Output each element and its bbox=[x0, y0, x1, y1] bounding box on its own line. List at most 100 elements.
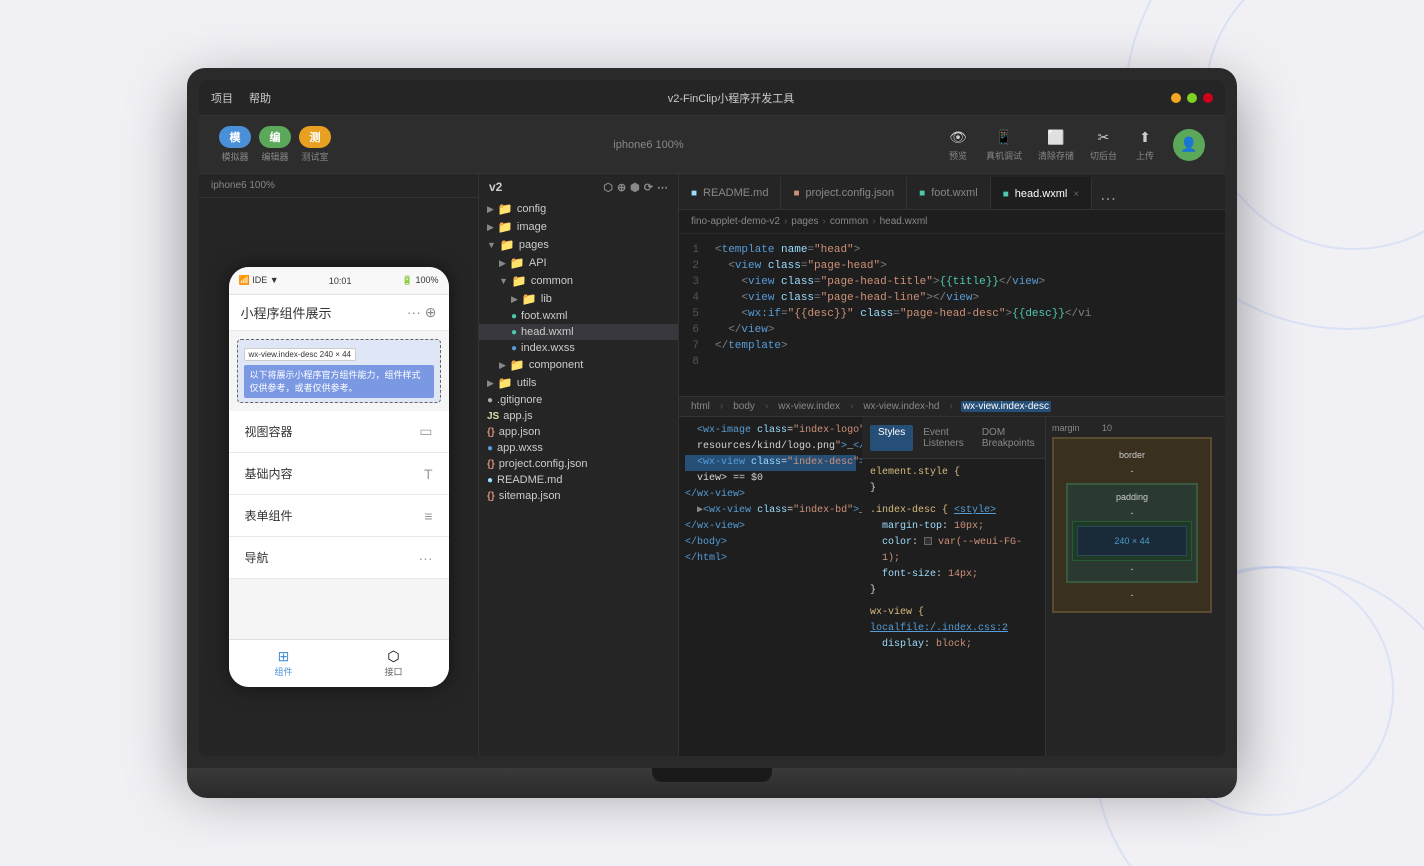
simulator-button[interactable]: 模 模拟器 bbox=[219, 126, 251, 163]
phone-signal: 📶 IDE ▼ bbox=[239, 275, 279, 286]
element-chip-4[interactable]: wx-view.index-desc bbox=[961, 401, 1051, 412]
element-chip-3[interactable]: wx-view.index-hd bbox=[861, 401, 941, 412]
line-content: <view class="page-head-title">{{title}}<… bbox=[711, 274, 1045, 290]
tree-item-API[interactable]: ▶📁API bbox=[479, 254, 678, 272]
tree-item-index_wxss[interactable]: ●index.wxss bbox=[479, 340, 678, 356]
phone-menu-item[interactable]: 基础内容T bbox=[229, 453, 449, 495]
devtools-styles-section: StylesEvent ListenersDOM BreakpointsProp… bbox=[862, 417, 1045, 756]
device-label: iphone6 100% bbox=[613, 139, 683, 151]
line-number: 6 bbox=[679, 322, 711, 338]
tree-item-app_json[interactable]: {}app.json bbox=[479, 424, 678, 440]
tab-type-indicator: ■ bbox=[1003, 189, 1009, 200]
tree-item-label: head.wxml bbox=[521, 326, 574, 338]
devtools-html-area[interactable]: <wx-image class="index-logo" src="../res… bbox=[679, 417, 862, 756]
tree-item-project_config.json[interactable]: {}project.config.json bbox=[479, 456, 678, 472]
filetree-action-4[interactable]: ⟳ bbox=[644, 181, 653, 194]
style-rule-index-desc: .index-desc { <style> margin-top: 10px; … bbox=[870, 503, 1037, 599]
tree-item-image[interactable]: ▶📁image bbox=[479, 218, 678, 236]
editor-tab-README_md[interactable]: ■README.md bbox=[679, 177, 781, 209]
phone-highlight-box: wx-view.index-desc 240 × 44 以下将展示小程序官方组件… bbox=[237, 339, 441, 403]
html-line-4: </wx-view> bbox=[685, 487, 856, 503]
phone-nav-interface[interactable]: ⬡ 接口 bbox=[339, 649, 449, 678]
toolbar-center: iphone6 100% bbox=[351, 139, 946, 151]
code-line-2: 2 <view class="page-head"> bbox=[679, 258, 1225, 274]
filetree-action-2[interactable]: ⊕ bbox=[617, 181, 626, 194]
tree-item-label: common bbox=[531, 275, 573, 287]
phone-nav-component[interactable]: ⊞ 组件 bbox=[229, 649, 339, 678]
tree-item-app_wxss[interactable]: ●app.wxss bbox=[479, 440, 678, 456]
testroom-button[interactable]: 测 测试室 bbox=[299, 126, 331, 163]
phone-title-actions[interactable]: ··· ⊕ bbox=[407, 304, 437, 321]
menu-project[interactable]: 项目 bbox=[211, 90, 233, 106]
menu-help[interactable]: 帮助 bbox=[249, 90, 271, 106]
styles-content: element.style { } .index-desc { <style> … bbox=[862, 459, 1045, 756]
preview-icon: 👁 bbox=[946, 127, 970, 147]
editor-tab-head_wxml[interactable]: ■head.wxml× bbox=[991, 177, 1092, 209]
editor-button[interactable]: 编 编辑器 bbox=[259, 126, 291, 163]
phone-highlight-label: wx-view.index-desc 240 × 44 bbox=[244, 348, 357, 361]
cut-action[interactable]: ✂ 切后台 bbox=[1090, 127, 1117, 162]
code-line-4: 4 <view class="page-head-line"></view> bbox=[679, 290, 1225, 306]
line-content: </view> bbox=[711, 322, 774, 338]
code-line-6: 6 </view> bbox=[679, 322, 1225, 338]
phone-menu-item[interactable]: 表单组件≡ bbox=[229, 495, 449, 537]
breadcrumb-item-0[interactable]: fino-applet-demo-v2 bbox=[691, 216, 780, 227]
tree-item-config[interactable]: ▶📁config bbox=[479, 200, 678, 218]
filetree-action-3[interactable]: ⬢ bbox=[630, 181, 640, 194]
clear-action[interactable]: ⬜ 清除存储 bbox=[1038, 127, 1074, 162]
close-button[interactable] bbox=[1203, 93, 1213, 103]
tree-item-README_md[interactable]: ●README.md bbox=[479, 472, 678, 488]
tree-item-common[interactable]: ▼📁common bbox=[479, 272, 678, 290]
realdevice-action[interactable]: 📱 真机调试 bbox=[986, 127, 1022, 162]
breadcrumb-item-3[interactable]: head.wxml bbox=[880, 216, 928, 227]
tree-item-sitemap_json[interactable]: {}sitemap.json bbox=[479, 488, 678, 504]
tree-item-pages[interactable]: ▼📁pages bbox=[479, 236, 678, 254]
styles-tab-dom_breakpoints[interactable]: DOM Breakpoints bbox=[974, 425, 1043, 451]
phone-menu-item[interactable]: 导航··· bbox=[229, 537, 449, 579]
editor-tab-project_config.json[interactable]: ■project.config.json bbox=[781, 177, 907, 209]
element-chip-2[interactable]: wx-view.index bbox=[776, 401, 842, 412]
tree-item-utils[interactable]: ▶📁utils bbox=[479, 374, 678, 392]
element-bar-separator: › bbox=[720, 401, 723, 412]
code-line-8: 8 bbox=[679, 354, 1225, 370]
tab-close-button[interactable]: × bbox=[1073, 189, 1079, 200]
tree-item-label: app.json bbox=[499, 426, 541, 438]
html-line-1: resources/kind/logo.png">_</wx-image> bbox=[685, 439, 856, 455]
tree-item-foot_wxml[interactable]: ●foot.wxml bbox=[479, 308, 678, 324]
ide-container: 项目 帮助 v2-FinClip小程序开发工具 模 bbox=[199, 80, 1225, 756]
tab-more-button[interactable]: ⋯ bbox=[1092, 189, 1124, 209]
styles-tab-styles[interactable]: Styles bbox=[870, 425, 913, 451]
element-chip-1[interactable]: body bbox=[731, 401, 757, 412]
breadcrumb-item-1[interactable]: pages bbox=[791, 216, 818, 227]
filetree-action-1[interactable]: ⬡ bbox=[603, 181, 613, 194]
phone-content: wx-view.index-desc 240 × 44 以下将展示小程序官方组件… bbox=[229, 331, 449, 639]
testroom-label: 测试室 bbox=[301, 150, 328, 163]
filetree-action-5[interactable]: ⋯ bbox=[657, 181, 668, 194]
toolbar: 模 模拟器 编 编辑器 测 测试室 iphone6 100% bbox=[199, 116, 1225, 174]
upload-action[interactable]: ⬆ 上传 bbox=[1133, 127, 1157, 162]
simulator-header: iphone6 100% bbox=[199, 174, 478, 198]
tree-item-label: .gitignore bbox=[497, 394, 542, 406]
editor-tab-foot_wxml[interactable]: ■foot.wxml bbox=[907, 177, 991, 209]
styles-tab-event_listeners[interactable]: Event Listeners bbox=[915, 425, 972, 451]
phone-menu-icon: ··· bbox=[419, 550, 433, 566]
tree-item-app_js[interactable]: JSapp.js bbox=[479, 408, 678, 424]
user-avatar[interactable]: 👤 bbox=[1173, 129, 1205, 161]
upload-icon: ⬆ bbox=[1133, 127, 1157, 147]
line-content: <view class="page-head"> bbox=[711, 258, 887, 274]
breadcrumb-item-2[interactable]: common bbox=[830, 216, 868, 227]
editor-code-area[interactable]: 1<template name="head">2 <view class="pa… bbox=[679, 234, 1225, 396]
element-chip-0[interactable]: html bbox=[689, 401, 712, 412]
phone-menu-item[interactable]: 视图容器▭ bbox=[229, 411, 449, 453]
minimize-button[interactable] bbox=[1171, 93, 1181, 103]
tree-item-component[interactable]: ▶📁component bbox=[479, 356, 678, 374]
tree-item-head_wxml[interactable]: ●head.wxml bbox=[479, 324, 678, 340]
preview-action[interactable]: 👁 预览 bbox=[946, 127, 970, 162]
tree-item-_gitignore[interactable]: ●.gitignore bbox=[479, 392, 678, 408]
maximize-button[interactable] bbox=[1187, 93, 1197, 103]
title-bar: 项目 帮助 v2-FinClip小程序开发工具 bbox=[199, 80, 1225, 116]
element-bar-separator: › bbox=[949, 401, 952, 412]
tree-item-lib[interactable]: ▶📁lib bbox=[479, 290, 678, 308]
editor-tabs: ■README.md■project.config.json■foot.wxml… bbox=[679, 174, 1225, 210]
tree-item-label: foot.wxml bbox=[521, 310, 567, 322]
